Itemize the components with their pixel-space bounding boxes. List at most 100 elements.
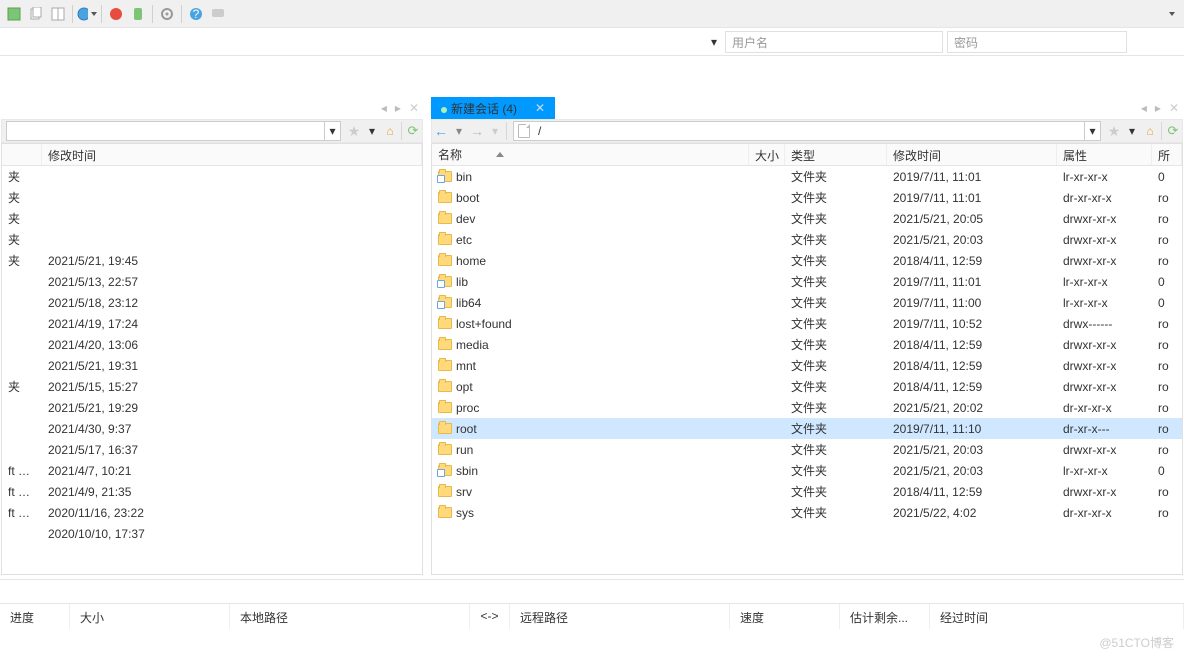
tab-scroll-right[interactable]: ▸ [391,97,405,119]
back-dropdown[interactable]: ▾ [450,122,468,140]
transfer-columns[interactable]: 进度 大小 本地路径 <-> 远程路径 速度 估计剩余... 经过时间 [0,603,1184,629]
item-name: sbin [456,464,478,478]
swirl-red-icon[interactable] [106,4,126,24]
local-tabbar: ◂ ▸ ✕ [1,97,423,119]
item-name: bin [456,170,472,184]
files-icon[interactable] [48,4,68,24]
list-item[interactable]: 2020/10/10, 17:37 [2,523,422,544]
list-item[interactable]: sbin文件夹2021/5/21, 20:03lr-xr-xr-x0 [432,460,1182,481]
list-item[interactable]: etc文件夹2021/5/21, 20:03drwxr-xr-xro [432,229,1182,250]
forward-dropdown[interactable]: ▾ [486,122,504,140]
list-item[interactable]: 夹 [2,187,422,208]
list-item[interactable]: proc文件夹2021/5/21, 20:02dr-xr-xr-xro [432,397,1182,418]
remote-path-combo[interactable]: / ▾ [513,121,1101,141]
col-modified[interactable]: 修改时间 [887,144,1057,165]
list-item[interactable]: 夹2021/5/15, 15:27 [2,376,422,397]
tab-close[interactable]: ✕ [1165,97,1183,119]
remote-path-dropdown[interactable]: ▾ [1084,122,1100,140]
list-item[interactable]: boot文件夹2019/7/11, 11:01dr-xr-xr-xro [432,187,1182,208]
help-icon[interactable]: ? [186,4,206,24]
list-item[interactable]: dev文件夹2021/5/21, 20:05drwxr-xr-xro [432,208,1182,229]
list-item[interactable]: root文件夹2019/7/11, 11:10dr-xr-x---ro [432,418,1182,439]
bookmark-icon[interactable]: ★ [345,122,363,140]
list-item[interactable]: 夹 [2,166,422,187]
col-owner[interactable]: 所 [1152,144,1182,165]
remote-listview[interactable]: 名称 大小 类型 修改时间 属性 所 bin文件夹2019/7/11, 11:0… [431,143,1183,575]
shield-green-icon[interactable] [128,4,148,24]
remote-nav: ← ▾ → ▾ / ▾ ★ ▾ ⌂ ⟳ [431,119,1183,143]
toolbar-overflow[interactable] [1160,4,1180,24]
list-item[interactable]: 夹 [2,208,422,229]
username-input[interactable]: 用户名 [725,31,943,53]
list-item[interactable]: ft …2021/4/7, 10:21 [2,460,422,481]
nav-dropdown[interactable]: ▾ [363,122,381,140]
col-remote-path[interactable]: 远程路径 [510,604,730,629]
list-item[interactable]: 2021/4/20, 13:06 [2,334,422,355]
item-name: mnt [456,359,476,373]
list-item[interactable]: ft …2021/4/9, 21:35 [2,481,422,502]
tab-scroll-left[interactable]: ◂ [1137,97,1151,119]
local-columns[interactable]: 修改时间 [2,144,422,166]
list-item[interactable]: lib64文件夹2019/7/11, 11:00lr-xr-xr-x0 [432,292,1182,313]
list-item[interactable]: 2021/5/13, 22:57 [2,271,422,292]
col-size[interactable]: 大小 [70,604,230,629]
forward-icon[interactable]: → [468,122,486,140]
reload-icon[interactable]: ⟳ [404,122,422,140]
list-item[interactable]: lib文件夹2019/7/11, 11:01lr-xr-xr-x0 [432,271,1182,292]
remote-path-text: / [534,124,1084,138]
local-listview[interactable]: 修改时间 夹夹夹夹夹2021/5/21, 19:452021/5/13, 22:… [1,143,423,575]
list-item[interactable]: 夹 [2,229,422,250]
list-item[interactable]: 2021/4/30, 9:37 [2,418,422,439]
col-eta[interactable]: 估计剩余... [840,604,930,629]
col-elapsed[interactable]: 经过时间 [930,604,1184,629]
session-tab[interactable]: 新建会话 (4) ✕ [431,97,555,119]
list-item[interactable]: opt文件夹2018/4/11, 12:59drwxr-xr-xro [432,376,1182,397]
local-path-combo[interactable]: ▾ [6,121,341,141]
local-path-dropdown[interactable]: ▾ [324,122,340,140]
item-name: dev [456,212,475,226]
list-item[interactable]: bin文件夹2019/7/11, 11:01lr-xr-xr-x0 [432,166,1182,187]
list-item[interactable]: ft …2020/11/16, 23:22 [2,502,422,523]
list-item[interactable]: lost+found文件夹2019/7/11, 10:52drwx------r… [432,313,1182,334]
col-direction[interactable]: <-> [470,604,510,629]
bookmark-icon[interactable]: ★ [1105,122,1123,140]
tab-scroll-left[interactable]: ◂ [377,97,391,119]
host-dropdown-caret[interactable]: ▾ [709,35,719,49]
close-icon[interactable]: ✕ [535,101,545,115]
home-icon[interactable]: ⌂ [381,122,399,140]
col-progress[interactable]: 进度 [0,604,70,629]
list-item[interactable]: 2021/5/21, 19:31 [2,355,422,376]
col-type[interactable]: 类型 [785,144,887,165]
list-item[interactable]: media文件夹2018/4/11, 12:59drwxr-xr-xro [432,334,1182,355]
reload-icon[interactable]: ⟳ [1164,122,1182,140]
list-item[interactable]: home文件夹2018/4/11, 12:59drwxr-xr-xro [432,250,1182,271]
home-icon[interactable]: ⌂ [1141,122,1159,140]
password-input[interactable]: 密码 [947,31,1127,53]
globe-icon[interactable] [77,4,97,24]
back-icon[interactable]: ← [432,122,450,140]
remote-columns[interactable]: 名称 大小 类型 修改时间 属性 所 [432,144,1182,166]
list-item[interactable]: 夹2021/5/21, 19:45 [2,250,422,271]
col-size[interactable]: 大小 [749,144,785,165]
list-item[interactable]: 2021/5/21, 19:29 [2,397,422,418]
list-item[interactable]: run文件夹2021/5/21, 20:03drwxr-xr-xro [432,439,1182,460]
list-item[interactable]: 2021/5/17, 16:37 [2,439,422,460]
col-name[interactable]: 名称 [432,144,749,165]
gear-icon[interactable] [157,4,177,24]
col-modified[interactable]: 修改时间 [42,144,422,165]
list-item[interactable]: sys文件夹2021/5/22, 4:02dr-xr-xr-xro [432,502,1182,523]
chat-icon[interactable] [208,4,228,24]
copy-icon[interactable] [26,4,46,24]
list-item[interactable]: 2021/4/19, 17:24 [2,313,422,334]
col-permissions[interactable]: 属性 [1057,144,1152,165]
col-local-path[interactable]: 本地路径 [230,604,470,629]
tab-scroll-right[interactable]: ▸ [1151,97,1165,119]
list-item[interactable]: srv文件夹2018/4/11, 12:59drwxr-xr-xro [432,481,1182,502]
col-speed[interactable]: 速度 [730,604,840,629]
folder-link-icon [438,465,452,476]
save-icon[interactable] [4,4,24,24]
nav-dropdown[interactable]: ▾ [1123,122,1141,140]
list-item[interactable]: mnt文件夹2018/4/11, 12:59drwxr-xr-xro [432,355,1182,376]
tab-close[interactable]: ✕ [405,97,423,119]
list-item[interactable]: 2021/5/18, 23:12 [2,292,422,313]
